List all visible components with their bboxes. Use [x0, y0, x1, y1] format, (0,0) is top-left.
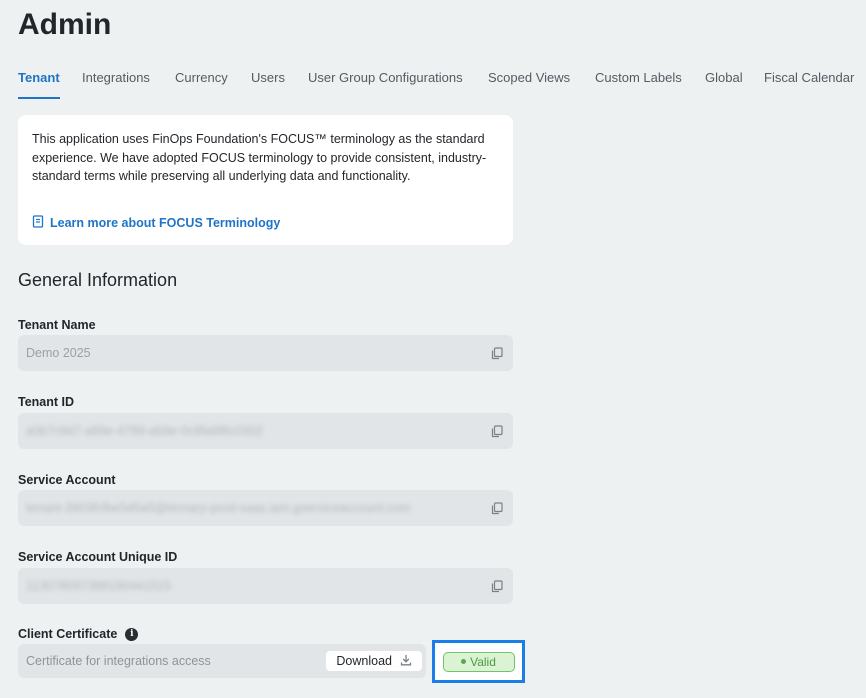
- tenant-id-value: a0b7c9d7-a89e-4789-ab9e-0c8fa6f8c0302: [26, 424, 263, 438]
- tab-scoped-views[interactable]: Scoped Views: [488, 70, 570, 97]
- focus-learn-more-label[interactable]: Learn more about FOCUS Terminology: [50, 216, 280, 230]
- certificate-status-label: Valid: [470, 654, 496, 669]
- download-certificate-button[interactable]: Download: [326, 651, 422, 671]
- download-icon: [400, 654, 412, 669]
- book-icon: [32, 215, 44, 231]
- tab-fiscal-calendar[interactable]: Fiscal Calendar: [764, 70, 854, 97]
- tab-integrations[interactable]: Integrations: [82, 70, 150, 97]
- status-dot-icon: [461, 659, 467, 664]
- download-label: Download: [336, 654, 392, 668]
- tab-users[interactable]: Users: [251, 70, 285, 97]
- client-certificate-placeholder: Certificate for integrations access: [26, 654, 211, 668]
- copy-icon[interactable]: [489, 423, 505, 439]
- copy-icon[interactable]: [489, 500, 505, 516]
- tab-user-group-configurations[interactable]: User Group Configurations: [308, 70, 463, 97]
- section-title-general-information: General Information: [18, 270, 178, 290]
- copy-icon[interactable]: [489, 578, 505, 594]
- certificate-status-badge: Valid: [442, 651, 515, 672]
- tab-tenant[interactable]: Tenant: [18, 70, 60, 99]
- focus-notice-card: This application uses FinOps Foundation'…: [18, 115, 513, 245]
- tab-global[interactable]: Global: [705, 70, 743, 97]
- page-title: Admin: [18, 8, 112, 41]
- tenant-name-label: Tenant Name: [18, 318, 96, 332]
- client-certificate-label: Client Certificate i: [18, 627, 139, 641]
- tab-custom-labels[interactable]: Custom Labels: [595, 70, 682, 97]
- tab-currency[interactable]: Currency: [175, 70, 228, 97]
- client-certificate-field: Certificate for integrations access Down…: [18, 644, 426, 678]
- copy-icon[interactable]: [489, 345, 505, 361]
- tab-bar: Tenant Integrations Currency Users User …: [0, 62, 866, 102]
- focus-learn-more-link[interactable]: Learn more about FOCUS Terminology: [32, 215, 280, 231]
- service-account-unique-id-value: 113078097388190441515: [26, 579, 172, 593]
- service-account-value: tenant-3903fcfbe5d5a5@ternary-prod-saas.…: [26, 501, 411, 515]
- tenant-id-field: a0b7c9d7-a89e-4789-ab9e-0c8fa6f8c0302: [18, 413, 513, 449]
- tenant-name-field: Demo 2025: [18, 335, 513, 371]
- client-certificate-label-text: Client Certificate: [18, 627, 118, 641]
- info-icon[interactable]: i: [125, 627, 139, 641]
- service-account-label: Service Account: [18, 473, 116, 487]
- tenant-name-value: Demo 2025: [26, 346, 91, 360]
- service-account-field: tenant-3903fcfbe5d5a5@ternary-prod-saas.…: [18, 490, 513, 526]
- tenant-id-label: Tenant ID: [18, 395, 75, 409]
- certificate-status-highlight: Valid: [432, 640, 525, 683]
- service-account-unique-id-field: 113078097388190441515: [18, 568, 513, 604]
- focus-notice-text: This application uses FinOps Foundation'…: [32, 132, 487, 183]
- service-account-unique-id-label: Service Account Unique ID: [18, 550, 178, 564]
